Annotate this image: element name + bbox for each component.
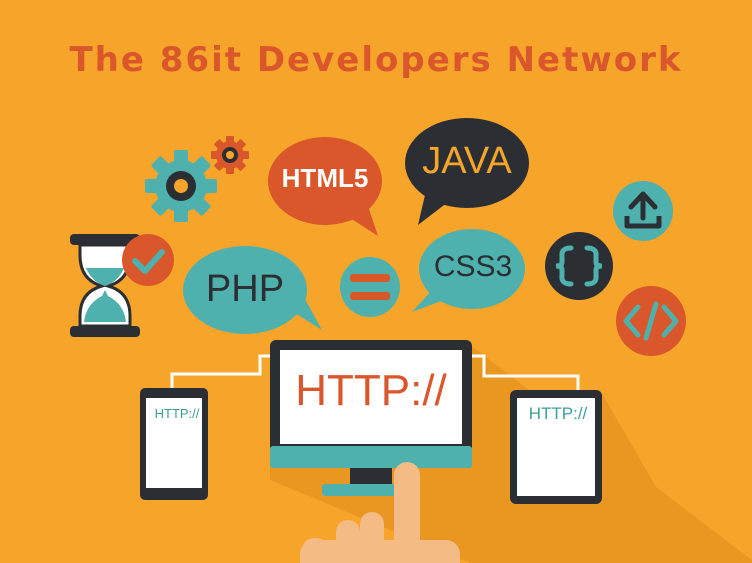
gear-icon	[145, 150, 217, 222]
code-icon	[616, 286, 686, 356]
curly-braces-icon	[545, 232, 613, 300]
css3-label: CSS3	[433, 250, 513, 283]
illustration-graphics	[70, 118, 752, 563]
upload-icon	[613, 181, 673, 241]
php-label: PHP	[205, 268, 285, 310]
java-label: JAVA	[422, 140, 512, 182]
monitor-http-label: HTTP://	[295, 366, 447, 415]
illustration-canvas: The 86it Developers Network HTML5 JAVA P…	[0, 0, 752, 563]
page-title: The 86it Developers Network	[69, 40, 683, 80]
tablet-http-label: HTTP://	[528, 404, 588, 423]
check-icon	[122, 234, 174, 286]
html5-label: HTML5	[281, 163, 369, 193]
equals-icon	[340, 257, 400, 317]
small-gear-icon	[211, 136, 249, 174]
phone-icon	[140, 388, 208, 500]
phone-http-label: HTTP://	[154, 406, 200, 421]
